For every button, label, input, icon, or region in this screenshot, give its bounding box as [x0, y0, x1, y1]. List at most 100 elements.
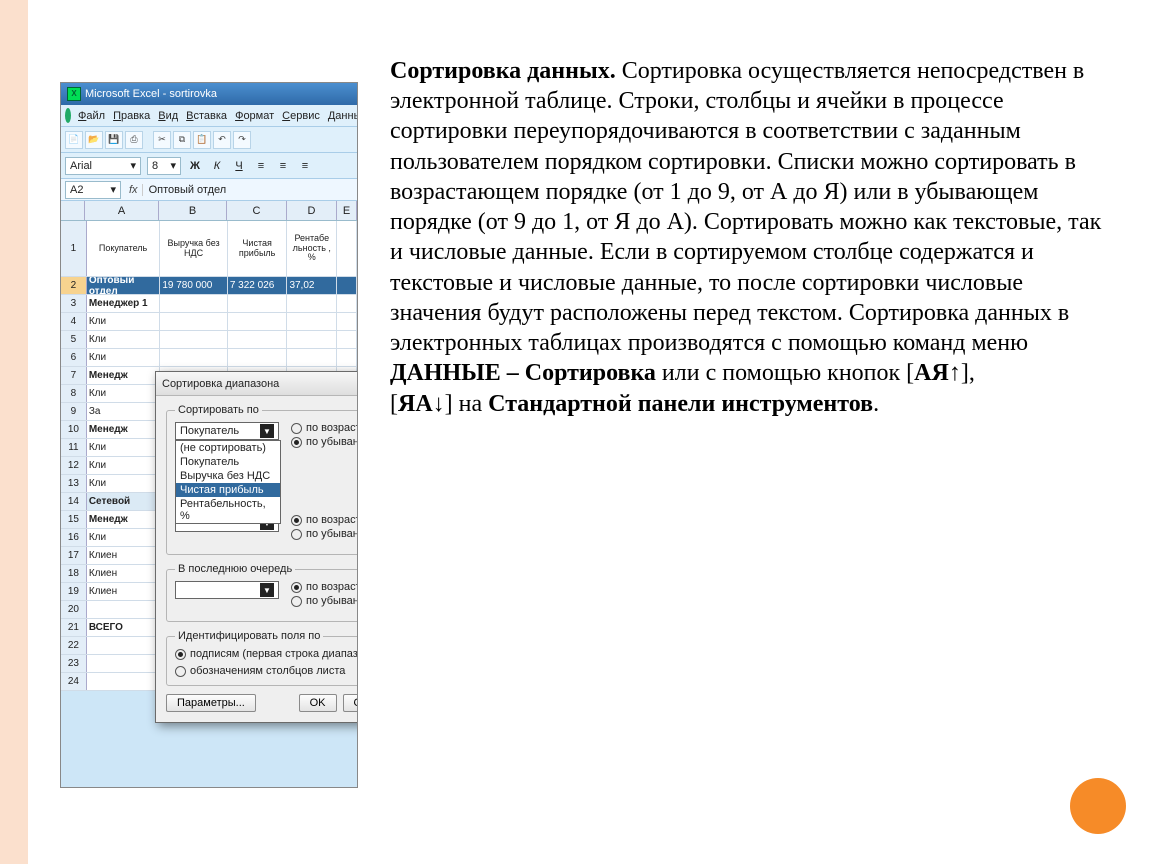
params-button[interactable]: Параметры... — [166, 694, 256, 712]
office-button-icon[interactable] — [65, 108, 71, 123]
row-header[interactable]: 10 — [61, 421, 87, 438]
select-all-corner[interactable] — [61, 201, 85, 220]
redo-icon[interactable]: ↷ — [233, 131, 251, 149]
header-cell[interactable]: Чистая прибыль — [228, 221, 288, 276]
col-header-e[interactable]: E — [337, 201, 357, 220]
row-header[interactable]: 7 — [61, 367, 87, 384]
row-header[interactable]: 5 — [61, 331, 87, 348]
cell[interactable] — [337, 349, 357, 366]
cell[interactable] — [337, 313, 357, 330]
cell[interactable]: Менедж — [87, 421, 161, 438]
cell[interactable]: Кли — [87, 457, 161, 474]
col-header-a[interactable]: A — [85, 201, 159, 220]
cell[interactable]: За — [87, 403, 161, 420]
menu-format[interactable]: Формат — [232, 108, 277, 124]
cell[interactable]: 7 322 026 — [228, 277, 288, 294]
row-header[interactable]: 19 — [61, 583, 87, 600]
cell[interactable] — [337, 295, 357, 312]
row-header[interactable]: 8 — [61, 385, 87, 402]
bold-button[interactable]: Ж — [187, 160, 203, 172]
cell[interactable] — [228, 349, 288, 366]
menu-tools[interactable]: Сервис — [279, 108, 323, 124]
cell[interactable]: Оптовый отдел — [87, 277, 161, 294]
row-header[interactable]: 23 — [61, 655, 87, 672]
cell[interactable]: Кли — [87, 331, 161, 348]
cell[interactable] — [228, 331, 288, 348]
radio-descending[interactable]: по убыванию — [291, 436, 358, 448]
dropdown-option[interactable]: Рентабельность, % — [176, 497, 280, 523]
cell[interactable] — [160, 295, 228, 312]
row-header[interactable]: 11 — [61, 439, 87, 456]
cell[interactable]: 37,02 — [287, 277, 337, 294]
font-name-box[interactable]: Arial▾ — [65, 157, 141, 175]
header-cell[interactable]: Выручка без НДС — [160, 221, 228, 276]
sort-column-combo[interactable]: Покупатель ▼ (не сортировать) Покупатель… — [175, 422, 279, 440]
name-box[interactable]: A2▾ — [65, 181, 121, 199]
row-header[interactable]: 9 — [61, 403, 87, 420]
row-header[interactable]: 15 — [61, 511, 87, 528]
header-cell[interactable]: Рентабе льность , % — [287, 221, 337, 276]
cell[interactable] — [87, 673, 161, 690]
dropdown-option[interactable]: Покупатель — [176, 455, 280, 469]
row-header[interactable]: 21 — [61, 619, 87, 636]
cell[interactable] — [287, 331, 337, 348]
row-header[interactable]: 13 — [61, 475, 87, 492]
cell[interactable]: Кли — [87, 475, 161, 492]
menu-view[interactable]: Вид — [155, 108, 181, 124]
cell[interactable]: Клиен — [87, 547, 161, 564]
radio-descending[interactable]: по убыванию — [291, 595, 358, 607]
cell[interactable]: Кли — [87, 439, 161, 456]
cell[interactable] — [87, 637, 161, 654]
dropdown-option[interactable]: (не сортировать) — [176, 441, 280, 455]
save-icon[interactable]: 💾 — [105, 131, 123, 149]
cell[interactable]: Клиен — [87, 583, 161, 600]
radio-ascending[interactable]: по возрастанию — [291, 514, 358, 526]
cell[interactable] — [228, 295, 288, 312]
open-icon[interactable]: 📂 — [85, 131, 103, 149]
col-header-c[interactable]: C — [227, 201, 287, 220]
fx-icon[interactable]: fx — [129, 184, 138, 196]
menu-data[interactable]: Данны — [325, 108, 358, 124]
undo-icon[interactable]: ↶ — [213, 131, 231, 149]
cell[interactable] — [287, 349, 337, 366]
align-right-icon[interactable]: ≡ — [297, 160, 313, 172]
font-size-box[interactable]: 8▾ — [147, 157, 181, 175]
row-header[interactable]: 20 — [61, 601, 87, 618]
row-header[interactable]: 4 — [61, 313, 87, 330]
row-header[interactable]: 22 — [61, 637, 87, 654]
row-header[interactable]: 2 — [61, 277, 87, 294]
dropdown-option[interactable]: Выручка без НДС — [176, 469, 280, 483]
radio-by-labels[interactable]: подписям (первая строка диапазона) — [175, 648, 358, 660]
cell[interactable] — [160, 313, 228, 330]
cancel-button[interactable]: Отмена — [343, 694, 358, 712]
row-header[interactable]: 24 — [61, 673, 87, 690]
align-left-icon[interactable]: ≡ — [253, 160, 269, 172]
row-header[interactable]: 6 — [61, 349, 87, 366]
formula-bar[interactable]: Оптовый отдел — [142, 184, 357, 196]
dropdown-option-selected[interactable]: Чистая прибыль — [176, 483, 280, 497]
cell[interactable]: Кли — [87, 349, 161, 366]
row-header[interactable]: 17 — [61, 547, 87, 564]
radio-descending[interactable]: по убыванию — [291, 528, 358, 540]
cell[interactable] — [160, 331, 228, 348]
row-header[interactable]: 18 — [61, 565, 87, 582]
cell[interactable]: Кли — [87, 385, 161, 402]
cell[interactable]: Кли — [87, 313, 161, 330]
cell[interactable] — [337, 277, 357, 294]
last-by-combo[interactable]: ▼ — [175, 581, 279, 599]
row-header[interactable]: 12 — [61, 457, 87, 474]
header-cell[interactable]: Покупатель — [87, 221, 161, 276]
ok-button[interactable]: OK — [299, 694, 337, 712]
dialog-titlebar[interactable]: Сортировка диапазона ✕ — [156, 372, 358, 396]
cell[interactable] — [337, 331, 357, 348]
cell[interactable]: Менедж — [87, 511, 161, 528]
cut-icon[interactable]: ✂ — [153, 131, 171, 149]
row-header[interactable]: 14 — [61, 493, 87, 510]
menu-insert[interactable]: Вставка — [183, 108, 230, 124]
cell[interactable]: Менедж — [87, 367, 161, 384]
cell[interactable] — [87, 655, 161, 672]
underline-button[interactable]: Ч — [231, 160, 247, 172]
cell[interactable]: Сетевой — [87, 493, 161, 510]
paste-icon[interactable]: 📋 — [193, 131, 211, 149]
cell[interactable]: Клиен — [87, 565, 161, 582]
